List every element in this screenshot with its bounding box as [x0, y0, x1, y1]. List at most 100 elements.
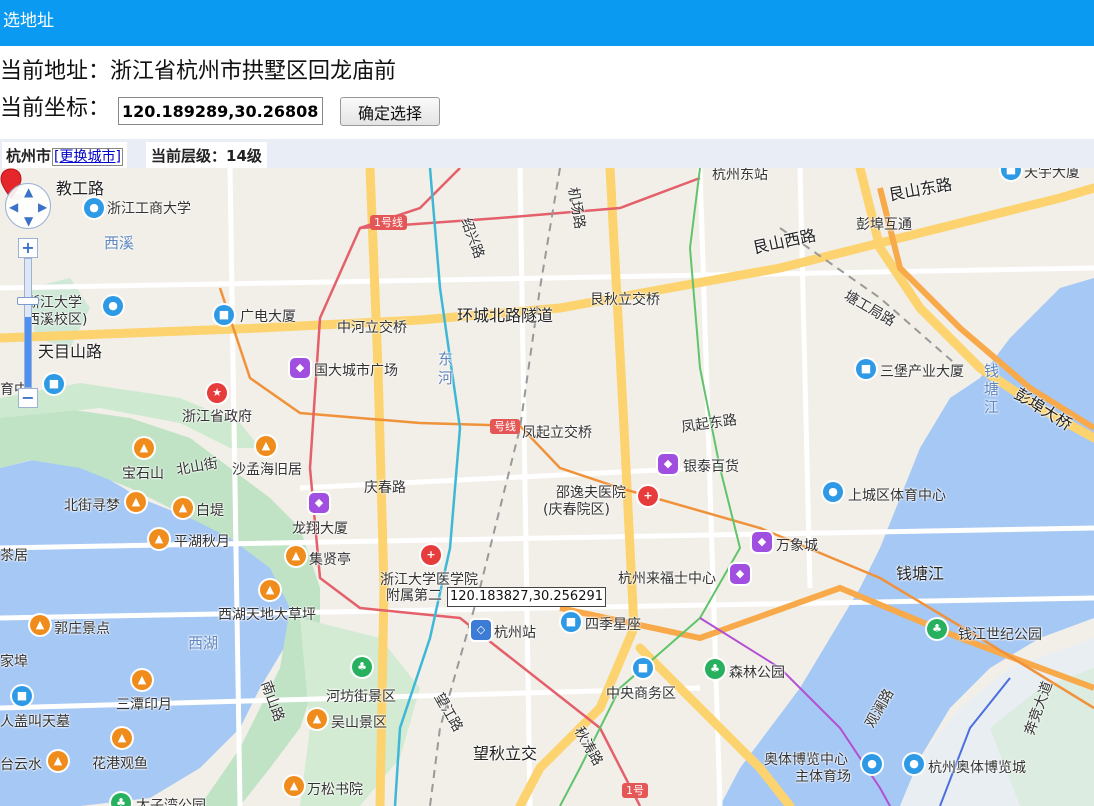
map-label: 宝石山 [122, 466, 164, 482]
map-label: 江 [984, 398, 1000, 416]
page-title: 选地址 [3, 11, 54, 31]
map-label: 万象城 [776, 538, 818, 554]
map-label: 广电大厦 [240, 309, 296, 325]
map-label: 森林公园 [729, 665, 785, 681]
scenic-icon: ▲ [132, 670, 152, 690]
scenic-icon: ▲ [48, 751, 68, 771]
coordinate-label: 当前坐标： [0, 96, 111, 121]
scenic-icon: ▲ [284, 776, 304, 796]
university-icon: ● [84, 198, 104, 218]
city-tab: 杭州市 [更换城市] [2, 142, 127, 168]
map-label: 环城北路隧道 [457, 306, 554, 325]
coordinate-tooltip: 120.183827,30.256291 [447, 587, 607, 607]
scenic-icon: ▲ [173, 498, 193, 518]
government-icon: ★ [207, 383, 227, 403]
coordinate-input[interactable] [118, 97, 323, 125]
pan-right-icon[interactable]: ▶ [38, 201, 47, 213]
scenic-icon: ▲ [112, 728, 132, 748]
map-label: 郭庄景点 [54, 621, 110, 637]
map-label: 教工路 [56, 179, 105, 198]
mall-icon: ◆ [290, 358, 310, 378]
map-label: 艮秋立交桥 [590, 292, 660, 308]
scenic-icon: ▲ [30, 615, 50, 635]
map-label: 平湖秋月 [174, 534, 230, 550]
map-label: 钱江世纪公园 [958, 627, 1042, 643]
metro-line-badge: 1号 [622, 783, 648, 798]
map-label: 中央商务区 [606, 686, 676, 702]
map-label: 河 [438, 369, 454, 387]
park-icon: ♣ [927, 619, 947, 639]
scenic-icon: ▲ [149, 529, 169, 549]
stadium-icon: ● [823, 482, 843, 502]
map-label: 杭州东站 [712, 168, 768, 183]
app-header: 选地址 [0, 0, 1094, 46]
map-label: 四季星座 [585, 617, 641, 633]
scenic-icon: ▲ [286, 546, 306, 566]
zoom-out-button[interactable]: − [18, 388, 38, 408]
mall-icon: ◆ [730, 564, 750, 584]
change-city-link[interactable]: [更换城市] [52, 148, 123, 166]
hospital-icon: + [421, 545, 441, 565]
building-icon: ■ [214, 305, 234, 325]
map-label: 吴山景区 [331, 715, 387, 731]
map-label: 西湖 [188, 634, 219, 652]
map-label: 主体育场 [795, 769, 851, 785]
map-label: 杭州站 [494, 625, 536, 641]
building-icon: ■ [856, 359, 876, 379]
map-label: 银泰百货 [683, 459, 739, 475]
building-icon: ■ [12, 686, 32, 706]
map-label: 东 [438, 350, 454, 368]
zoom-slider-handle[interactable] [17, 297, 39, 305]
map-label: 凤起立交桥 [522, 425, 592, 441]
map-label: 天宇大厦 [1024, 168, 1080, 181]
level-label: 当前层级： [151, 147, 227, 165]
map-label: 钱塘江 [896, 564, 945, 583]
map-label: 杭州奥体博览城 [928, 760, 1026, 776]
map-canvas[interactable]: 1号线 号线 1号 教工路 ● 浙江工商大学 西溪 浙江大学 西溪校区) ● 天… [0, 168, 1094, 806]
map-label: 河坊街景区 [326, 689, 396, 705]
map-label: 家埠 [0, 654, 28, 670]
map-label: 上城区体育中心 [848, 488, 946, 504]
scenic-icon: ▲ [126, 492, 146, 512]
map-label: 北街寻梦 [64, 498, 120, 514]
building-icon: ■ [633, 658, 653, 678]
park-icon: ♣ [111, 793, 131, 806]
park-icon: ♣ [705, 659, 725, 679]
address-value: 浙江省杭州市拱墅区回龙庙前 [110, 59, 397, 84]
city-name: 杭州市 [6, 147, 52, 165]
scenic-icon: ▲ [134, 438, 154, 458]
scenic-icon: ▲ [256, 436, 276, 456]
map-label: 西湖天地大草坪 [218, 607, 316, 623]
current-coordinate-row: 当前坐标： [0, 93, 110, 125]
mall-icon: ◆ [309, 493, 329, 513]
map-label: 沙孟海旧居 [232, 462, 302, 478]
map-label: 杭州来福士中心 [618, 571, 716, 587]
map-label: 台云水 [0, 757, 42, 773]
railway-station-icon: ◇ [471, 620, 491, 640]
pan-control[interactable]: ▲ ▼ ◀ ▶ [5, 183, 51, 229]
pan-up-icon[interactable]: ▲ [24, 186, 33, 198]
metro-line-badge: 号线 [490, 419, 520, 434]
map-label: 庆春路 [364, 480, 406, 496]
map-label: 太子湾公园 [136, 798, 206, 806]
map-label: 万松书院 [307, 782, 363, 798]
pan-down-icon[interactable]: ▼ [24, 215, 33, 227]
scenic-icon: ▲ [307, 709, 327, 729]
map-label: 茶居 [0, 548, 28, 564]
zoom-in-button[interactable]: + [18, 238, 38, 258]
zoom-slider-fill [25, 316, 31, 387]
metro-line-badge: 1号线 [370, 215, 407, 230]
zoom-slider[interactable] [24, 258, 32, 388]
hospital-icon: + [638, 486, 658, 506]
confirm-select-button[interactable]: 确定选择 [340, 97, 440, 126]
park-icon: ♣ [352, 657, 372, 677]
map-label: 人盖叫天墓 [0, 714, 70, 730]
map-label: 西溪 [104, 234, 135, 252]
map-label: 集贤亭 [309, 552, 351, 568]
map-label: 国大城市广场 [314, 363, 398, 379]
map-label: 望秋立交 [473, 744, 538, 763]
mall-icon: ◆ [752, 532, 772, 552]
pan-left-icon[interactable]: ◀ [9, 201, 18, 213]
building-icon: ■ [44, 374, 64, 394]
zoom-level-tab: 当前层级：14级 [146, 142, 267, 168]
